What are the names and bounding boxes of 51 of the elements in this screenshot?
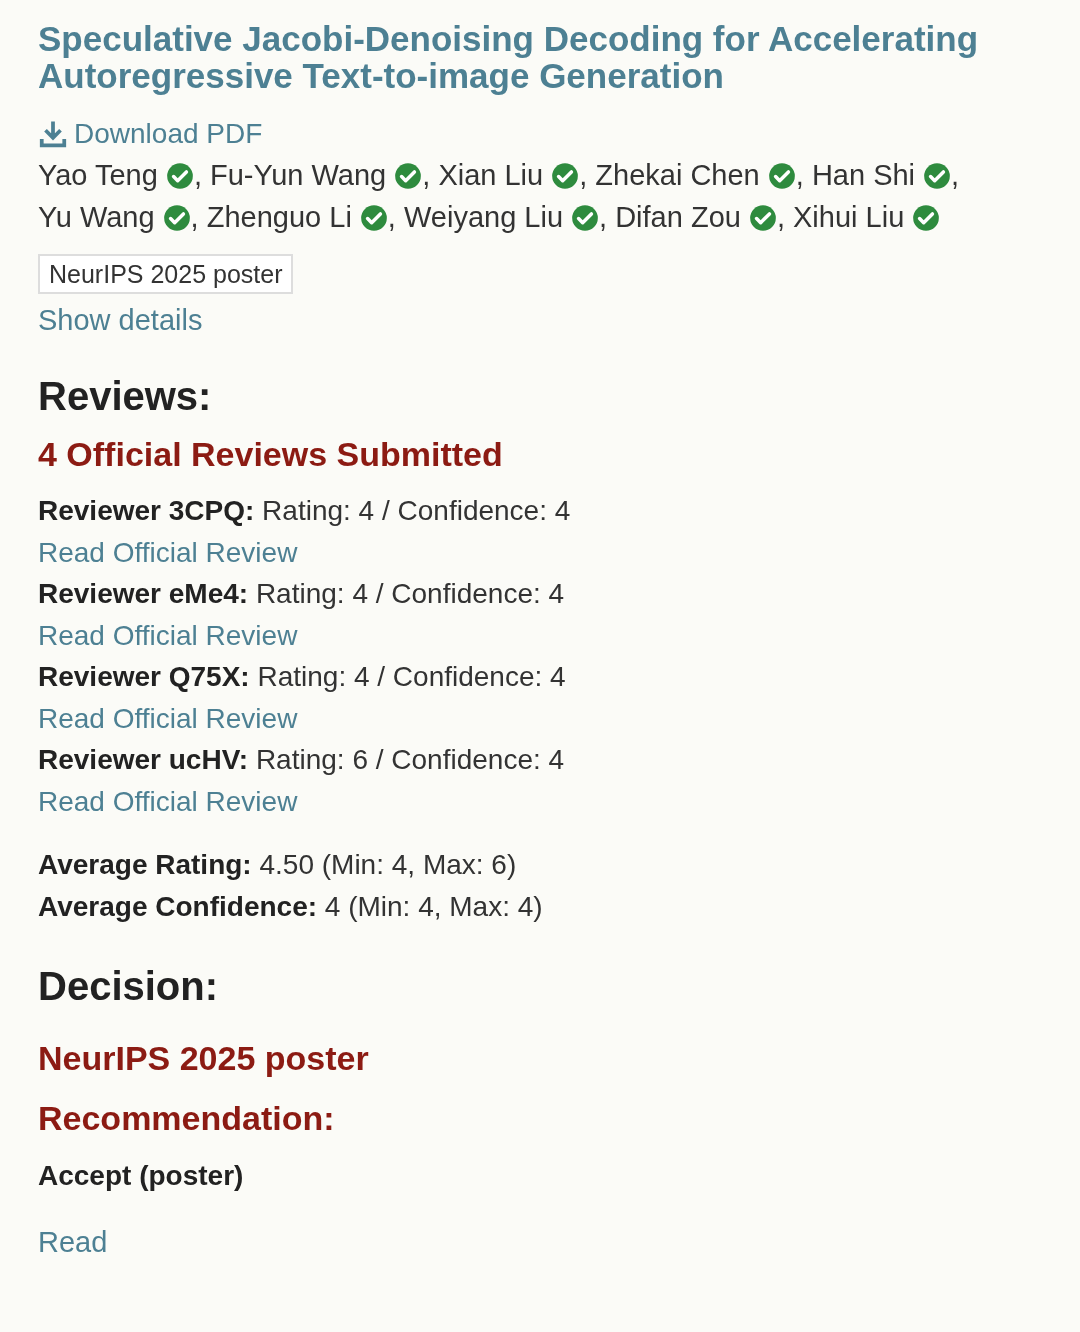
download-icon [38,119,68,149]
verified-check-icon [551,162,580,190]
recommendation-heading: Recommendation: [38,1098,336,1139]
read-review-link[interactable]: Read Official Review [38,780,298,822]
decision-venue: NeurIPS 2025 poster [38,1038,370,1079]
reviews-heading: Reviews: [38,373,213,420]
verified-check-icon [162,204,191,232]
review-summary: Reviewer eMe4: Rating: 4 / Confidence: 4 [38,577,566,611]
review-summary: Reviewer 3CPQ: Rating: 4 / Confidence: 4 [38,494,572,528]
author-link[interactable]: Fu-Yun Wang [210,159,387,191]
separator: , [190,201,200,233]
author-link[interactable]: Difan Zou [615,201,741,233]
paper-title: Speculative Jacobi-Denoising Decoding for Accelerating Autoregressive Text-to-image Generation [38,20,980,94]
separator: , [387,201,397,233]
verified-check-icon [571,204,600,232]
author-link[interactable]: Zhenguo Li [206,201,352,233]
read-review-link[interactable]: Read Official Review [38,614,298,656]
verified-check-icon [767,162,796,190]
author-link[interactable]: Zhekai Chen [595,159,760,191]
author-link[interactable]: Yu Wang [38,201,155,233]
review-summary: Reviewer Q75X: Rating: 4 / Confidence: 4 [38,660,567,694]
verified-check-icon [165,162,194,190]
download-pdf-link[interactable]: Download PDF [38,116,263,152]
separator: , [579,159,589,191]
author-link[interactable]: Yao Teng [38,159,158,191]
author-link[interactable]: Xihui Liu [793,201,905,233]
separator: , [951,159,960,191]
show-details-link[interactable]: Show details [38,300,203,340]
verified-check-icon [359,204,388,232]
decision-heading: Decision: [38,963,220,1010]
recommendation-text: Accept (poster) [38,1159,245,1193]
separator: , [599,201,609,233]
average-line: Average Confidence: 4 (Min: 4, Max: 4) [38,890,544,924]
venue-badge: NeurIPS 2025 poster [38,254,294,294]
verified-check-icon [912,204,941,232]
average-line: Average Rating: 4.50 (Min: 4, Max: 6) [38,848,518,882]
separator: , [422,159,432,191]
read-review-link[interactable]: Read Official Review [38,697,298,739]
review-summary: Reviewer ucHV: Rating: 6 / Confidence: 4 [38,743,566,777]
read-link[interactable]: Read [38,1222,108,1262]
verified-check-icon [923,162,952,190]
verified-check-icon [748,204,777,232]
verified-check-icon [394,162,423,190]
read-review-link[interactable]: Read Official Review [38,531,298,573]
author-link[interactable]: Xian Liu [438,159,544,191]
separator: , [776,201,786,233]
author-link[interactable]: Weiyang Liu [404,201,564,233]
reviews-count: 4 Official Reviews Submitted [38,434,504,475]
author-link[interactable]: Han Shi [811,159,916,191]
separator: , [795,159,805,191]
separator: , [193,159,203,191]
